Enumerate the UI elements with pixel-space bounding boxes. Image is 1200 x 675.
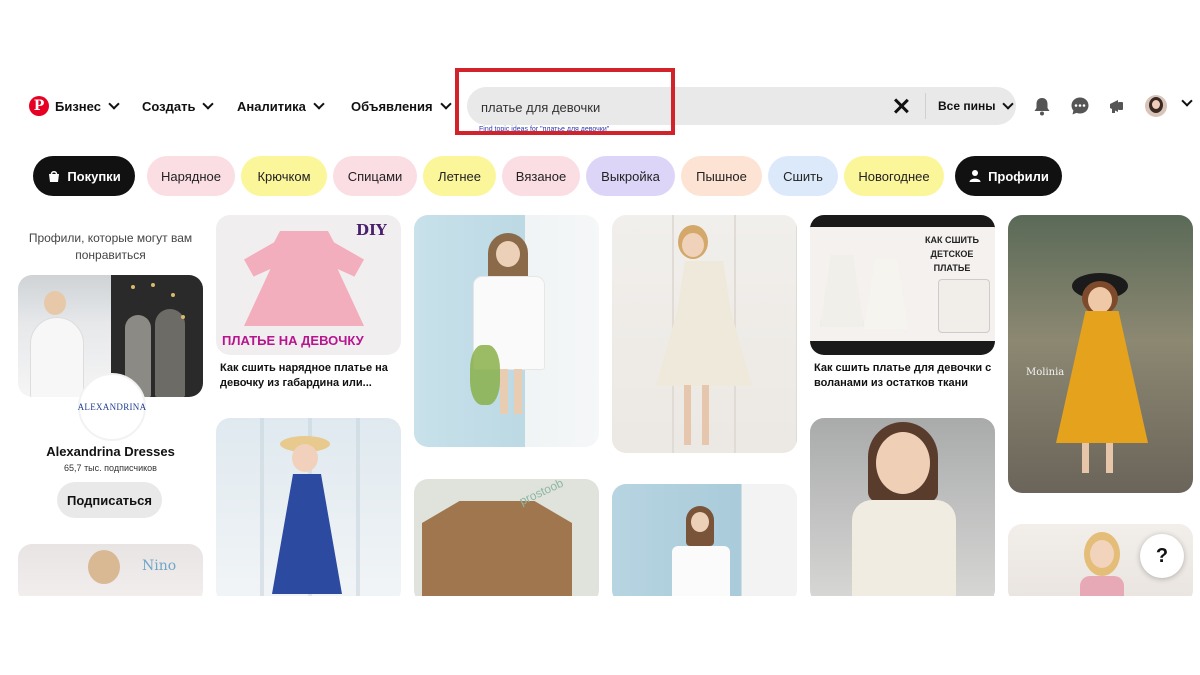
- pin-ruffle-dresses-title: КАК СШИТЬ ДЕТСКОЕ ПЛАТЬЕ: [925, 235, 979, 273]
- pin-yellow-dress-watermark: Molinia: [1026, 367, 1065, 378]
- profile-avatar[interactable]: ALEXANDRINA: [78, 373, 146, 441]
- notifications-bell-icon[interactable]: [1032, 96, 1052, 116]
- chevron-down-icon: [313, 98, 325, 110]
- chevron-down-icon: [1002, 98, 1015, 110]
- search-bar[interactable]: Все пины: [467, 87, 1016, 127]
- pin-blue-dress[interactable]: [216, 418, 401, 604]
- chip-label: Профили: [988, 168, 1049, 184]
- chevron-down-icon: [439, 98, 452, 110]
- business-menu[interactable]: P Бизнес: [29, 84, 120, 128]
- analytics-label: Аналитика: [237, 98, 306, 114]
- pin-linen-dress-logo: prostoob: [517, 479, 566, 509]
- chevron-down-icon: [108, 98, 120, 110]
- ads-menu[interactable]: Объявления: [351, 84, 452, 128]
- bottom-band: [0, 596, 1200, 675]
- pin-pink-dress-diy: DIY: [356, 221, 387, 239]
- pin-ivory-dress[interactable]: [612, 215, 797, 453]
- chip-knitting-needles[interactable]: Спицами: [333, 156, 417, 196]
- search-divider: [925, 93, 926, 119]
- subscribe-button[interactable]: Подписаться: [57, 482, 162, 518]
- pin-nino-logo: Nino: [142, 558, 177, 574]
- pin-linen-dress[interactable]: prostoob: [414, 479, 599, 604]
- chip-label: Покупки: [67, 168, 121, 184]
- profile-name[interactable]: Alexandrina Dresses: [18, 444, 203, 459]
- chip-label: Нарядное: [161, 168, 221, 184]
- pinterest-logo-icon: P: [29, 96, 49, 116]
- chip-fluffy[interactable]: Пышное: [681, 156, 762, 196]
- pin-filter-dropdown[interactable]: Все пины: [938, 87, 1015, 125]
- chip-sew[interactable]: Сшить: [768, 156, 838, 196]
- clear-search-icon[interactable]: [892, 97, 910, 115]
- chevron-down-icon: [202, 98, 215, 110]
- megaphone-icon[interactable]: [1107, 96, 1127, 116]
- chip-label: Сшить: [783, 168, 823, 184]
- shopping-bag-icon: [49, 171, 60, 182]
- profile-subscribers: 65,7 тыс. подписчиков: [64, 463, 157, 473]
- chip-new-year[interactable]: Новогоднее: [844, 156, 944, 196]
- chip-label: Выкройка: [601, 168, 660, 184]
- pin-ruffle-dresses[interactable]: КАК СШИТЬ ДЕТСКОЕ ПЛАТЬЕ: [810, 215, 995, 355]
- person-icon: [969, 170, 981, 182]
- chip-shopping[interactable]: Покупки: [33, 156, 135, 196]
- chip-label: Пышное: [696, 168, 747, 184]
- pin-yellow-dress[interactable]: Molinia: [1008, 215, 1193, 493]
- analytics-menu[interactable]: Аналитика: [237, 84, 325, 128]
- business-label: Бизнес: [55, 98, 101, 114]
- messages-icon[interactable]: [1070, 96, 1090, 116]
- chip-summer[interactable]: Летнее: [423, 156, 496, 196]
- pin-offshoulder-dress[interactable]: [612, 484, 797, 604]
- chip-fancy[interactable]: Нарядное: [147, 156, 235, 196]
- pin-ruffle-dresses-caption[interactable]: Как сшить платье для девочки с воланами …: [814, 361, 994, 391]
- chip-knitted[interactable]: Вязаное: [502, 156, 580, 196]
- search-input[interactable]: [479, 87, 883, 127]
- chip-label: Крючком: [257, 168, 311, 184]
- chip-crochet[interactable]: Крючком: [241, 156, 327, 196]
- pin-filter-label: Все пины: [938, 99, 996, 113]
- pin-nino[interactable]: Nino: [18, 544, 203, 604]
- pin-pink-dress-caption[interactable]: Как сшить нарядное платье на девочку из …: [220, 361, 400, 391]
- chip-pattern[interactable]: Выкройка: [586, 156, 675, 196]
- help-button[interactable]: ?: [1140, 534, 1184, 578]
- pin-white-dress[interactable]: [414, 215, 599, 447]
- chip-label: Спицами: [347, 168, 403, 184]
- user-avatar[interactable]: [1145, 95, 1167, 117]
- chip-label: Новогоднее: [858, 168, 930, 184]
- pin-knit-dress[interactable]: [810, 418, 995, 604]
- create-label: Создать: [142, 98, 196, 114]
- profile-card-title: Профили, которые могут вам понравиться: [28, 231, 193, 262]
- ads-label: Объявления: [351, 98, 433, 114]
- chip-label: Летнее: [438, 168, 481, 184]
- chip-label: Вязаное: [515, 168, 567, 184]
- pin-pink-dress[interactable]: DIY ПЛАТЬЕ НА ДЕВОЧКУ: [216, 215, 401, 355]
- chip-profiles[interactable]: Профили: [955, 156, 1062, 196]
- create-menu[interactable]: Создать: [142, 84, 215, 128]
- pin-pink-dress-title: ПЛАТЬЕ НА ДЕВОЧКУ: [222, 333, 364, 348]
- search-hint[interactable]: Find topic ideas for "платье для девочки…: [479, 126, 609, 133]
